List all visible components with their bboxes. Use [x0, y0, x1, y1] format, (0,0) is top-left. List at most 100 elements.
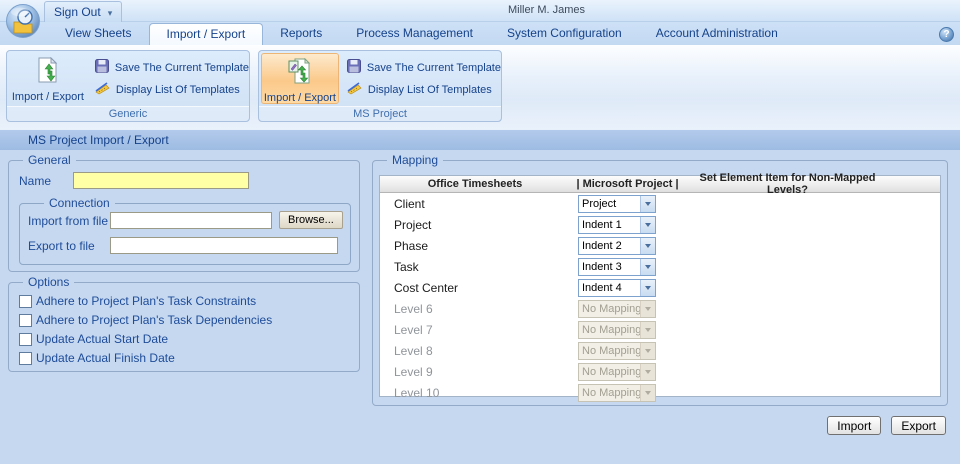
save-icon: [95, 59, 109, 76]
page-title: MS Project Import / Export: [0, 129, 960, 150]
general-fieldset: General Name Connection Import from file…: [8, 160, 360, 272]
generic-display-templates-button[interactable]: Display List Of Templates: [95, 81, 249, 98]
import-from-file-label: Import from file: [28, 214, 108, 228]
import-from-file-input[interactable]: [110, 212, 272, 229]
mapping-row-project: Project Indent 1: [380, 214, 940, 235]
templates-list-icon: [347, 81, 362, 98]
checkbox[interactable]: [19, 295, 32, 308]
tab-view-sheets[interactable]: View Sheets: [48, 22, 149, 45]
tab-account-administration[interactable]: Account Administration: [639, 22, 795, 45]
mapping-row-cost-center: Cost Center Indent 4: [380, 277, 940, 298]
option-task-constraints: Adhere to Project Plan's Task Constraint…: [19, 294, 256, 308]
chevron-down-icon: [640, 238, 655, 254]
checkbox-label: Adhere to Project Plan's Task Constraint…: [36, 294, 256, 308]
mapping-row-label: Level 10: [380, 386, 570, 400]
footer-actions: Import Export: [827, 416, 946, 435]
mapping-row-phase: Phase Indent 2: [380, 235, 940, 256]
small-button-label: Save The Current Template: [115, 62, 249, 74]
mapping-select[interactable]: Indent 4: [578, 279, 656, 297]
ribbon-group-ms-project: Import / Export Save The Current Templat…: [258, 50, 502, 122]
import-button[interactable]: Import: [827, 416, 881, 435]
column-header: | Microsoft Project |: [570, 178, 685, 190]
tab-system-configuration[interactable]: System Configuration: [490, 22, 639, 45]
name-input[interactable]: [73, 172, 249, 189]
ms-project-save-template-button[interactable]: Save The Current Template: [347, 59, 501, 76]
mapping-row-label: Cost Center: [380, 281, 570, 295]
mapping-select[interactable]: Indent 2: [578, 237, 656, 255]
mapping-row-label: Level 6: [380, 302, 570, 316]
mapping-row-level-8: Level 8 No Mapping: [380, 340, 940, 361]
browse-button[interactable]: Browse...: [279, 211, 343, 229]
connection-legend: Connection: [44, 196, 115, 210]
chevron-down-icon: [640, 301, 655, 317]
sign-out-label: Sign Out: [54, 5, 101, 19]
column-header: Set Element Item for Non-Mapped Levels?: [685, 172, 940, 196]
small-button-label: Display List Of Templates: [368, 84, 492, 96]
chevron-down-icon: [640, 322, 655, 338]
mapping-row-level-7: Level 7 No Mapping: [380, 319, 940, 340]
checkbox-label: Update Actual Finish Date: [36, 351, 175, 365]
export-button[interactable]: Export: [891, 416, 946, 435]
general-legend: General: [23, 153, 76, 167]
mapping-legend: Mapping: [387, 153, 443, 167]
column-header: Office Timesheets: [380, 178, 570, 190]
mapping-select-disabled: No Mapping: [578, 363, 656, 381]
mapping-row-label: Phase: [380, 239, 570, 253]
option-update-start-date: Update Actual Start Date: [19, 332, 168, 346]
content-area: General Name Connection Import from file…: [0, 150, 960, 464]
name-label: Name: [19, 174, 51, 188]
chevron-down-icon: [640, 217, 655, 233]
ribbon-group-title: Generic: [7, 106, 249, 121]
mapping-table: Office Timesheets | Microsoft Project | …: [379, 175, 941, 397]
options-fieldset: Options Adhere to Project Plan's Task Co…: [8, 282, 360, 372]
generic-import-export-button[interactable]: Import / Export: [9, 53, 87, 104]
ribbon-group-generic: Import / Export Save The Current Templat…: [6, 50, 250, 122]
tab-reports[interactable]: Reports: [263, 22, 339, 45]
help-icon[interactable]: ?: [939, 27, 954, 42]
chevron-down-icon: [640, 280, 655, 296]
big-button-label: Import / Export: [12, 91, 84, 103]
ms-project-import-export-button[interactable]: Import / Export: [261, 53, 339, 104]
chevron-down-icon: [640, 385, 655, 401]
chevron-down-icon: ▾: [108, 8, 113, 18]
chevron-down-icon: [640, 364, 655, 380]
mapping-row-level-10: Level 10 No Mapping: [380, 382, 940, 403]
import-export-icon: [287, 58, 313, 87]
checkbox-label: Adhere to Project Plan's Task Dependenci…: [36, 313, 272, 327]
tab-import-export[interactable]: Import / Export: [149, 23, 264, 45]
mapping-row-client: Client Project: [380, 193, 940, 214]
app-window: Sign Out ▾ Miller M. James View Sheets Im…: [0, 0, 960, 464]
chevron-down-icon: [640, 196, 655, 212]
checkbox[interactable]: [19, 314, 32, 327]
mapping-select[interactable]: Indent 3: [578, 258, 656, 276]
mapping-select-disabled: No Mapping: [578, 342, 656, 360]
sign-out-button[interactable]: Sign Out ▾: [44, 1, 122, 22]
ribbon-group-title: MS Project: [259, 106, 501, 121]
tab-process-management[interactable]: Process Management: [339, 22, 490, 45]
generic-save-template-button[interactable]: Save The Current Template: [95, 59, 249, 76]
mapping-row-label: Level 8: [380, 344, 570, 358]
option-update-finish-date: Update Actual Finish Date: [19, 351, 175, 365]
mapping-row-label: Level 7: [380, 323, 570, 337]
mapping-select-disabled: No Mapping: [578, 300, 656, 318]
mapping-row-level-9: Level 9 No Mapping: [380, 361, 940, 382]
checkbox[interactable]: [19, 333, 32, 346]
mapping-select[interactable]: Project: [578, 195, 656, 213]
mapping-select[interactable]: Indent 1: [578, 216, 656, 234]
option-task-dependencies: Adhere to Project Plan's Task Dependenci…: [19, 313, 272, 327]
export-to-file-input[interactable]: [110, 237, 338, 254]
templates-list-icon: [95, 81, 110, 98]
mapping-select-disabled: No Mapping: [578, 384, 656, 402]
small-button-label: Display List Of Templates: [116, 84, 240, 96]
mapping-row-task: Task Indent 3: [380, 256, 940, 277]
ribbon: Import / Export Save The Current Templat…: [0, 45, 960, 129]
checkbox-label: Update Actual Start Date: [36, 332, 168, 346]
mapping-row-level-6: Level 6 No Mapping: [380, 298, 940, 319]
app-logo-icon: [5, 1, 41, 43]
save-icon: [347, 59, 361, 76]
checkbox[interactable]: [19, 352, 32, 365]
mapping-select-disabled: No Mapping: [578, 321, 656, 339]
main-tab-bar: View Sheets Import / Export Reports Proc…: [0, 22, 960, 45]
user-name: Miller M. James: [508, 4, 585, 16]
ms-project-display-templates-button[interactable]: Display List Of Templates: [347, 81, 501, 98]
